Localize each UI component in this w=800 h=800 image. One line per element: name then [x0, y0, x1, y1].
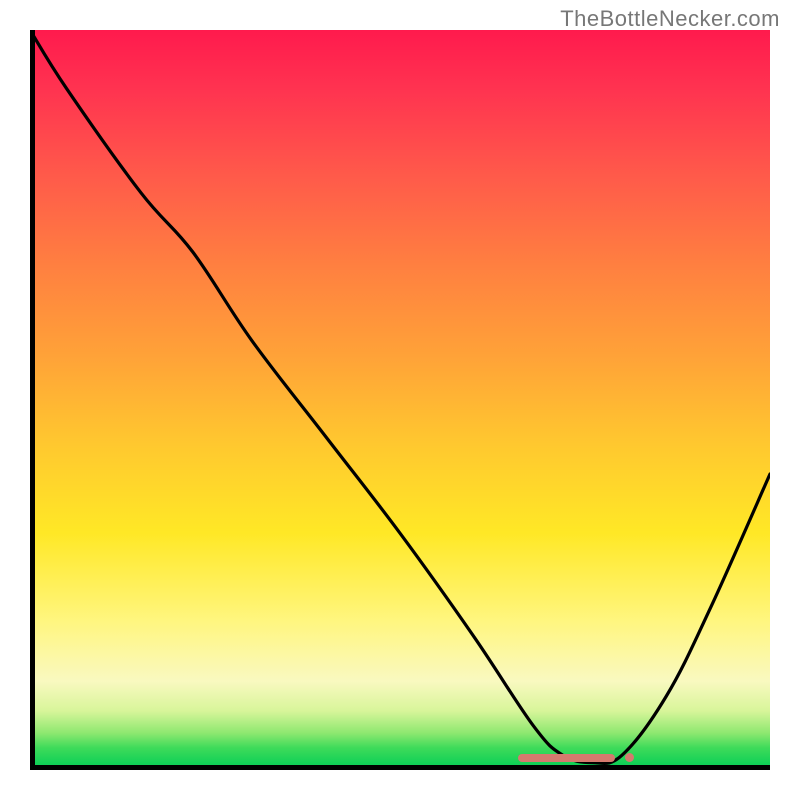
optimal-range-marker [518, 754, 614, 762]
chart-background-gradient [30, 30, 770, 770]
optimal-range-dot [625, 753, 634, 762]
watermark-text: TheBottleNecker.com [560, 6, 780, 32]
chart-plot-area [30, 30, 770, 770]
